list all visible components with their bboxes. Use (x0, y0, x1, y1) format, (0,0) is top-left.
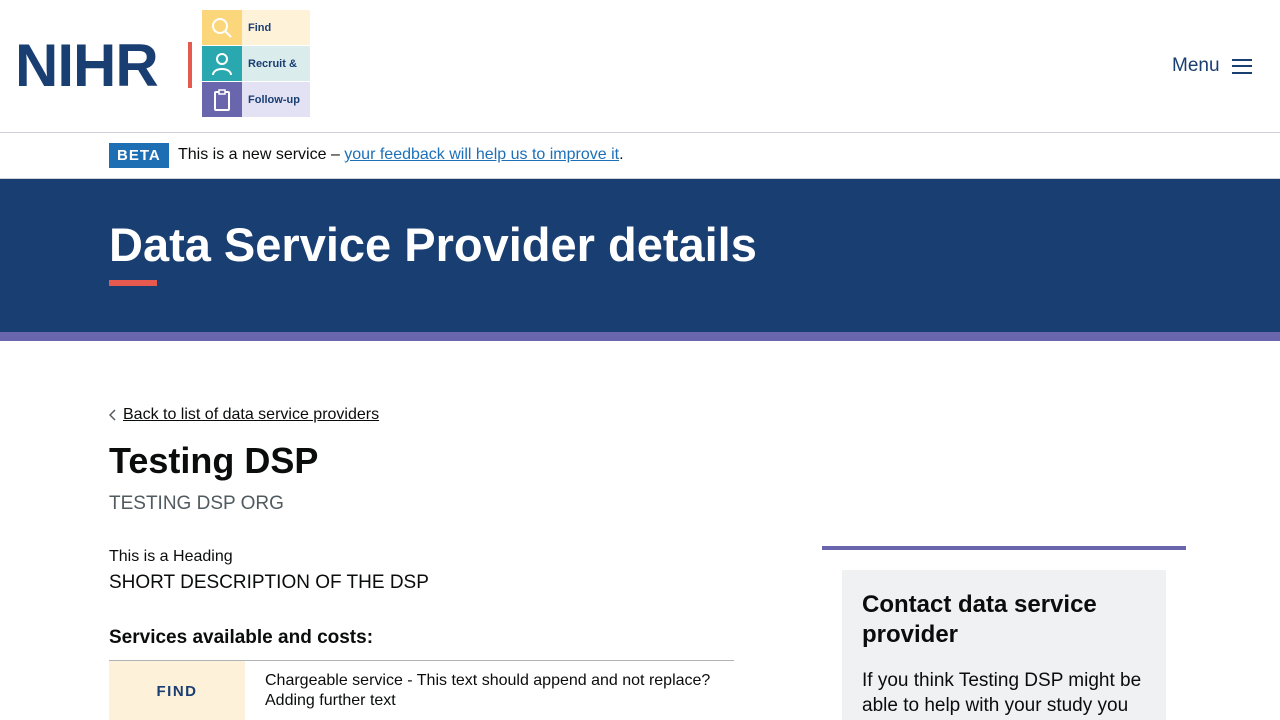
contact-text: If you think Testing DSP might be able t… (862, 670, 1142, 716)
logo-divider (188, 42, 192, 88)
beta-banner: BETA This is a new service – your feedba… (0, 133, 1280, 179)
search-icon (202, 10, 242, 45)
sidebar-rule (822, 546, 1186, 550)
service-label: FIND (109, 661, 245, 720)
beta-message: This is a new service – your feedback wi… (178, 146, 624, 164)
find-recruit-follow-up-logo[interactable]: Find Recruit & Follow-up (202, 10, 310, 117)
frf-label-follow-up: Follow-up (242, 82, 310, 117)
feedback-link[interactable]: your feedback will help us to improve it (344, 146, 619, 163)
chevron-left-icon (109, 409, 116, 421)
dsp-organisation: TESTING DSP ORG (109, 493, 284, 514)
title-underline (109, 280, 157, 286)
beta-text-prefix: This is a new service – (178, 146, 345, 163)
contact-panel: Contact data service provider If you thi… (842, 570, 1166, 720)
page-hero: Data Service Provider details (0, 179, 1280, 332)
menu-label: Menu (1172, 55, 1220, 76)
back-link[interactable]: Back to list of data service providers (109, 406, 379, 424)
services-table: FIND Chargeable service - This text shou… (109, 660, 734, 720)
page-title: Data Service Provider details (109, 218, 757, 271)
dsp-heading: This is a Heading (109, 548, 233, 565)
clipboard-icon (202, 82, 242, 117)
frf-row-recruit: Recruit & (202, 46, 310, 81)
contact-title: Contact data service provider (862, 591, 1097, 648)
frf-row-find: Find (202, 10, 310, 45)
nihr-logo[interactable]: NIHR (15, 36, 159, 96)
service-description: Chargeable service - This text should ap… (265, 672, 711, 709)
dsp-name: Testing DSP (109, 440, 319, 481)
dsp-short-description: SHORT DESCRIPTION OF THE DSP (109, 572, 429, 593)
beta-tag: BETA (109, 143, 169, 168)
services-heading: Services available and costs: (109, 627, 374, 648)
person-icon (202, 46, 242, 81)
site-header: NIHR Find Recruit & Follow-up Menu (0, 0, 1280, 133)
menu-button[interactable]: Menu (1172, 55, 1252, 77)
frf-row-follow-up: Follow-up (202, 82, 310, 117)
beta-text-suffix: . (619, 146, 624, 163)
frf-label-find: Find (242, 10, 310, 45)
hero-accent-band (0, 332, 1280, 341)
hamburger-icon (1231, 58, 1252, 74)
frf-label-recruit: Recruit & (242, 46, 310, 81)
back-link-label: Back to list of data service providers (123, 406, 380, 423)
service-row-find: FIND Chargeable service - This text shou… (109, 661, 734, 720)
